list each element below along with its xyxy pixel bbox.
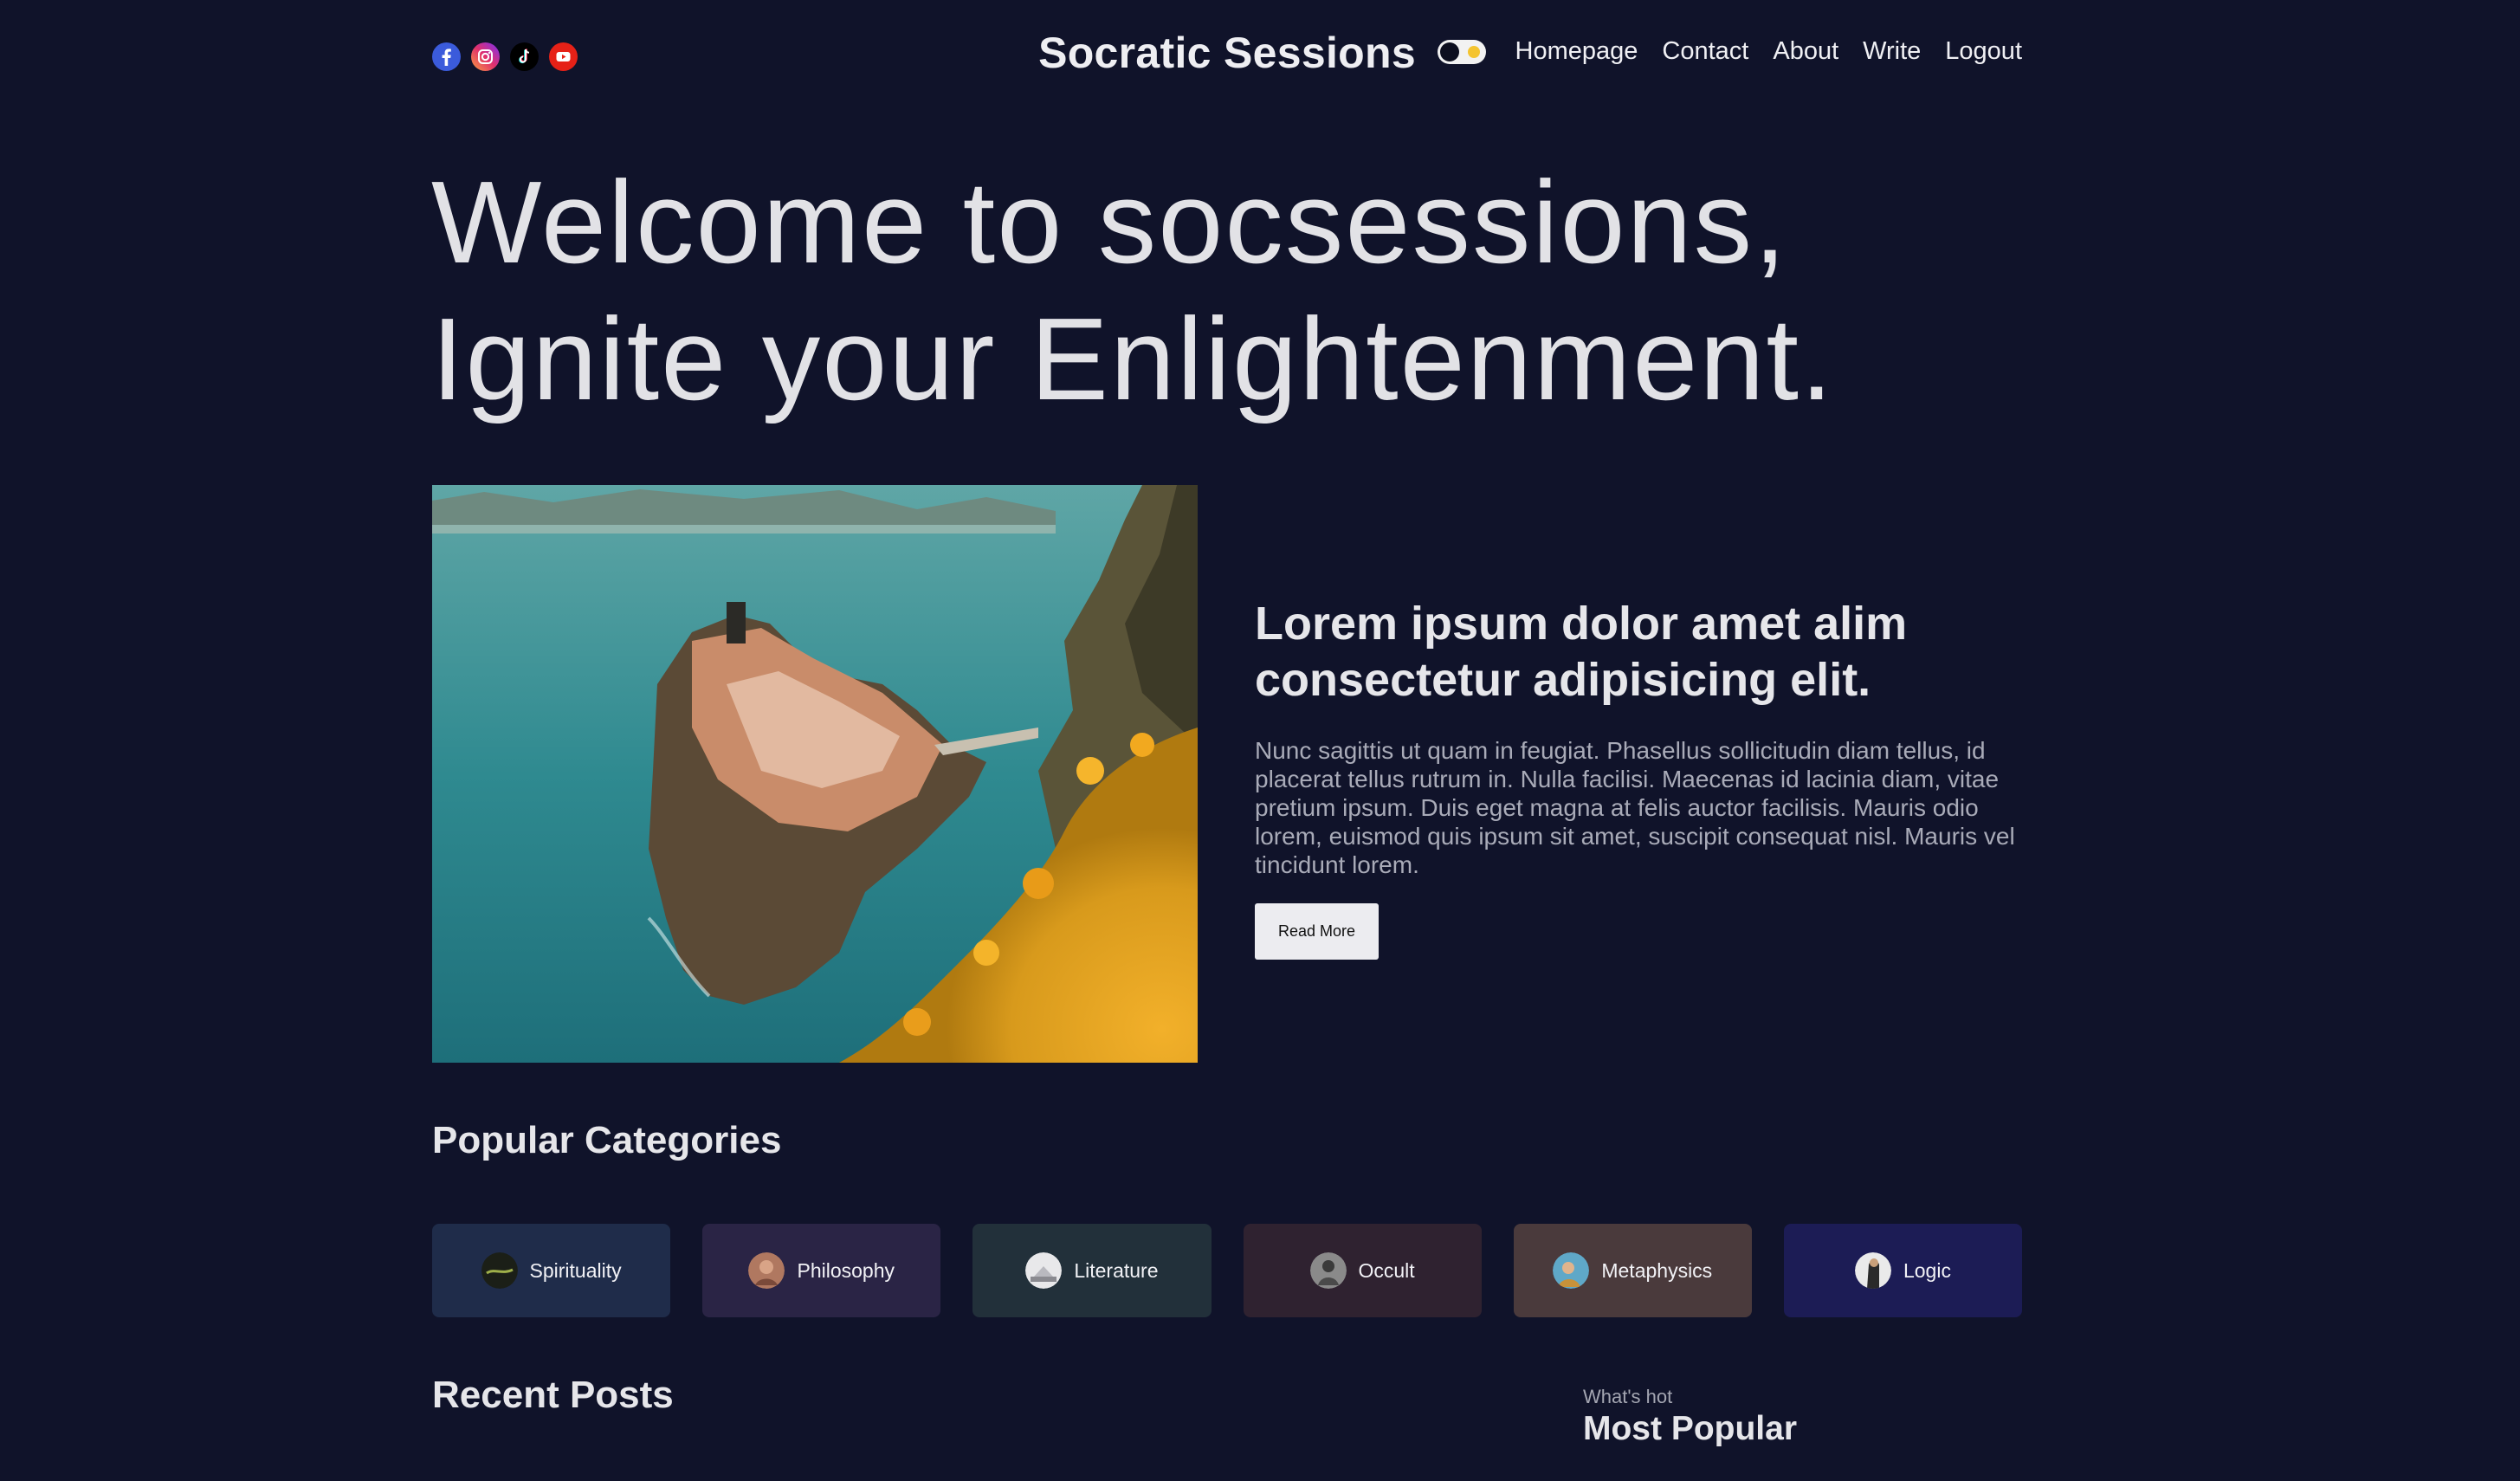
nav-link-about[interactable]: About [1773,37,1838,66]
category-list: Spirituality Philosophy Literature Occul… [432,1224,2023,1317]
theme-toggle[interactable] [1437,39,1486,64]
featured-description: Nunc sagittis ut quam in feugiat. Phasel… [1255,737,2015,878]
page: Socratic Sessions Homepage Contact About… [0,0,2520,1481]
featured-title[interactable]: Lorem ipsum dolor amet alim consectetur … [1255,596,2022,708]
category-avatar [1854,1252,1891,1289]
nav-link-homepage[interactable]: Homepage [1515,37,1638,66]
read-more-button[interactable]: Read More [1255,903,1379,960]
nav-link-write[interactable]: Write [1863,37,1921,66]
hero-line-1: Welcome to socsessions, [431,157,1788,288]
category-occult[interactable]: Occult [1243,1224,1482,1317]
category-logic[interactable]: Logic [1783,1224,2023,1317]
category-avatar [1309,1252,1347,1289]
category-label: Literature [1074,1258,1159,1282]
category-label: Occult [1358,1258,1415,1282]
sidebar-subtitle: What's hot [1583,1386,1673,1407]
category-literature[interactable]: Literature [972,1224,1212,1317]
category-avatar [481,1252,518,1289]
category-philosophy[interactable]: Philosophy [702,1224,941,1317]
category-avatar [1025,1252,1063,1289]
category-label: Logic [1903,1258,1951,1282]
hero-line-2: Ignite your Enlightenment. [431,294,1835,424]
category-metaphysics[interactable]: Metaphysics [1513,1224,1752,1317]
category-avatar [748,1252,785,1289]
featured-post: Lorem ipsum dolor amet alim consectetur … [1255,596,2022,960]
hero-heading: Welcome to socsessions, Ignite your Enli… [431,154,2077,428]
category-spirituality[interactable]: Spirituality [432,1224,671,1317]
sun-icon [1467,45,1480,58]
category-label: Philosophy [797,1258,895,1282]
nav-link-contact[interactable]: Contact [1662,37,1748,66]
popular-categories-title: Popular Categories [432,1119,782,1161]
most-popular-title: Most Popular [1583,1410,1798,1447]
nav-link-logout[interactable]: Logout [1945,37,2022,66]
toggle-knob [1439,42,1459,61]
category-label: Metaphysics [1601,1258,1713,1282]
category-label: Spirituality [529,1258,622,1282]
featured-image[interactable] [432,485,1198,1063]
navbar: Socratic Sessions Homepage Contact About… [432,24,2022,88]
recent-posts-title: Recent Posts [432,1374,674,1416]
nav-menu: Homepage Contact About Write Logout [1437,37,2022,66]
category-avatar [1553,1252,1590,1289]
